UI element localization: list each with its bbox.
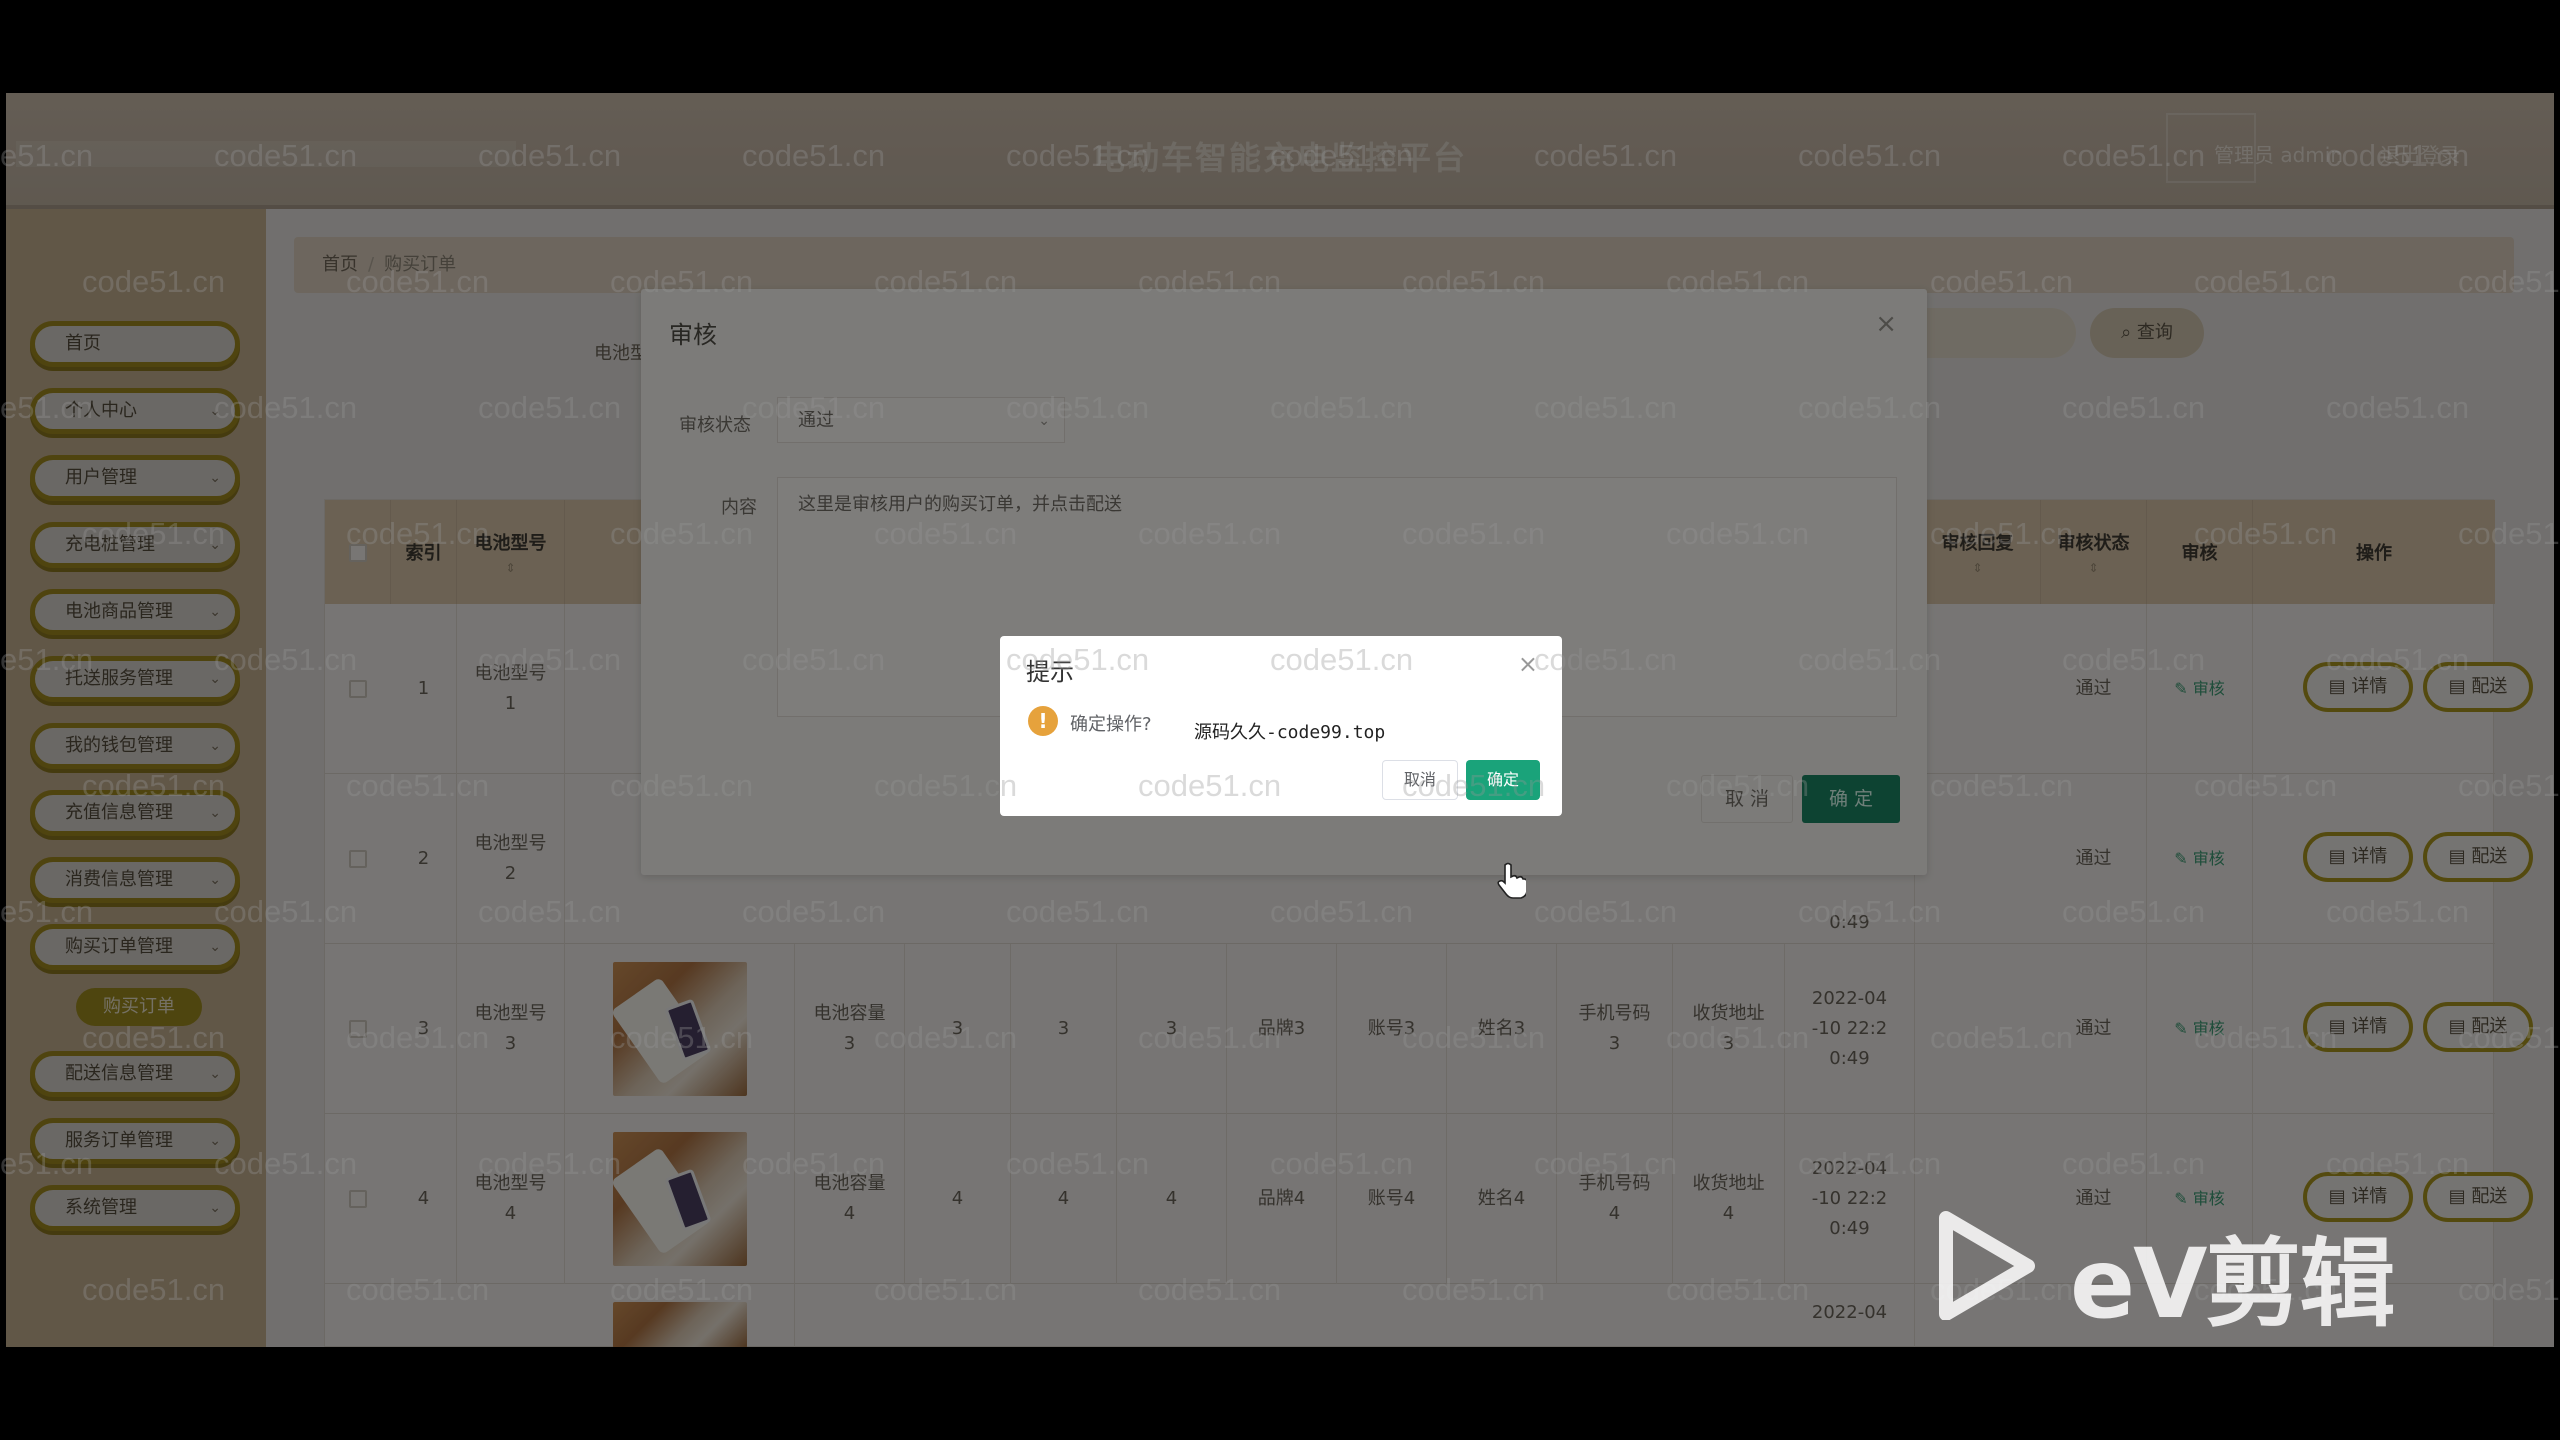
overlay-text: 源码久久-code99.top	[1194, 722, 1386, 743]
confirm-title: 提示	[1026, 658, 1074, 686]
hand-cursor-icon	[1497, 862, 1526, 899]
warning-icon: !	[1028, 706, 1058, 736]
ev-logo-text: eV剪辑	[2070, 1228, 2395, 1340]
confirm-message: 确定操作?	[1070, 714, 1152, 735]
ev-logo: eV剪辑	[1930, 1206, 2430, 1340]
confirm-cancel-button[interactable]: 取消	[1382, 760, 1458, 800]
app-screen: 电动车智能充电监控平台 管理员 admin 退出登录 首页 个人中心 ⌄ 用户管理…	[6, 93, 2554, 1347]
video-frame: 电动车智能充电监控平台 管理员 admin 退出登录 首页 个人中心 ⌄ 用户管理…	[0, 0, 2560, 1440]
confirm-ok-button[interactable]: 确定	[1466, 760, 1540, 800]
confirm-dialog: 提示 × ! 确定操作? 源码久久-code99.top 取消 确定	[1000, 636, 1562, 816]
close-icon[interactable]: ×	[1518, 650, 1538, 678]
play-icon	[1939, 1211, 2035, 1320]
